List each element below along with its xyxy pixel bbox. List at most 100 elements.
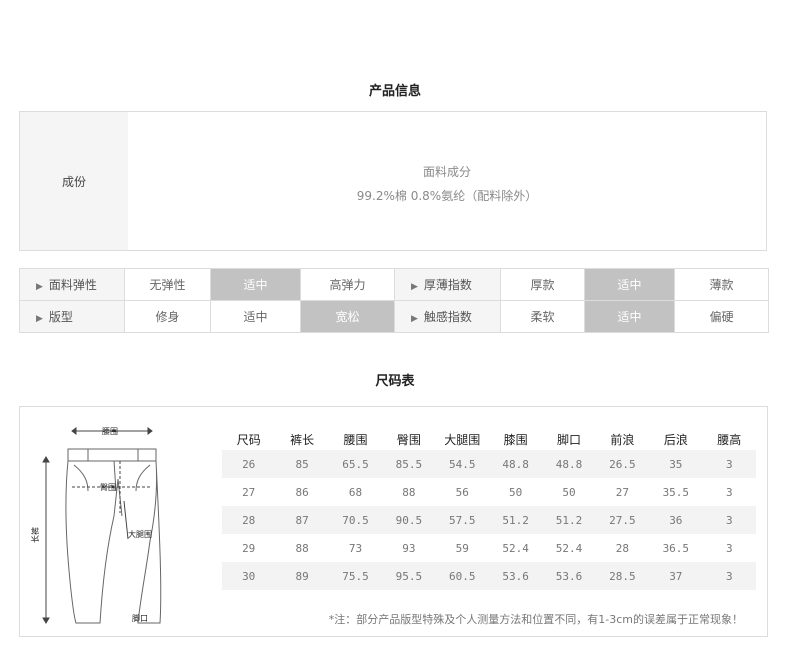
table-cell: 85 [275, 450, 329, 478]
attribute-row: ▶ 版型 修身 适中 宽松 ▶ 触感指数 柔软 适中 偏硬 [19, 300, 769, 333]
attribute-option: 修身 [124, 300, 211, 333]
size-note: *注：部分产品版型特殊及个人测量方法和位置不同，有1-3cm的误差属于正常现象！ [328, 613, 743, 626]
table-cell: 85.5 [382, 450, 436, 478]
fabric-heading: 面料成分 [422, 165, 471, 179]
attribute-label: ▶ 面料弹性 [19, 268, 125, 301]
table-cell: 50 [509, 485, 523, 499]
table-cell: 27 [615, 485, 630, 499]
table-cell: 87 [275, 506, 329, 534]
table-cell: 3 [725, 485, 733, 499]
attribute-option: 无弹性 [124, 268, 211, 301]
table-cell: 86 [295, 485, 309, 499]
table-cell: 36 [649, 506, 703, 534]
table-cell: 60.5 [435, 562, 489, 590]
composition-content: 面料成分 99.2%棉 0.8%氨纶（配料除外） [128, 112, 766, 250]
table-cell: 28 [615, 541, 630, 555]
attribute-option: 薄款 [674, 268, 769, 301]
product-info-title: 产品信息 [368, 84, 421, 99]
table-cell: 30 [222, 562, 276, 590]
table-cell: 36.5 [662, 541, 690, 555]
table-cell: 88 [402, 485, 416, 499]
pants-diagram: 腰围 臀围 大腿围 长裤 脚口 [30, 427, 162, 624]
table-row: 29 88 73 93 59 52.4 52.4 28 36.5 3 [222, 534, 756, 562]
size-column-header: 裤长 [290, 433, 315, 447]
attribute-label: ▶ 触感指数 [394, 300, 501, 333]
attribute-option: 柔软 [500, 300, 585, 333]
table-cell: 54.5 [435, 450, 489, 478]
table-cell: 52.4 [555, 541, 583, 555]
table-cell: 93 [402, 541, 416, 555]
attribute-option-selected: 适中 [584, 300, 675, 333]
attribute-option: 适中 [210, 300, 301, 333]
triangle-right-icon: ▶ [36, 282, 43, 292]
triangle-right-icon: ▶ [411, 282, 418, 292]
attribute-label: ▶ 厚薄指数 [394, 268, 501, 301]
attribute-row: ▶ 面料弹性 无弹性 适中 高弹力 ▶ 厚薄指数 厚款 适中 薄款 [19, 268, 769, 301]
diagram-label-waist: 腰围 [102, 427, 118, 436]
table-cell: 90.5 [382, 506, 436, 534]
attribute-option-selected: 宽松 [300, 300, 395, 333]
fabric-detail: 99.2%棉 0.8%氨纶（配料除外） [356, 189, 538, 203]
table-cell: 95.5 [382, 562, 436, 590]
attribute-option: 偏硬 [674, 300, 769, 333]
table-cell: 29 [242, 541, 256, 555]
table-row: 26 85 65.5 85.5 54.5 48.8 48.8 26.5 35 3 [222, 450, 756, 478]
table-cell: 27 [242, 485, 256, 499]
table-cell: 26 [222, 450, 276, 478]
table-cell: 28.5 [595, 562, 650, 590]
size-column-header: 后浪 [663, 433, 688, 447]
table-cell: 73 [348, 541, 363, 555]
table-cell: 26.5 [595, 450, 650, 478]
table-cell: 3 [702, 450, 756, 478]
size-column-header: 腰围 [343, 433, 368, 447]
table-cell: 52.4 [502, 541, 529, 555]
diagram-label-length: 长裤 [30, 527, 40, 543]
attribute-option: 高弹力 [300, 268, 395, 301]
table-cell: 27.5 [595, 506, 650, 534]
size-column-header: 大腿围 [444, 433, 481, 447]
size-column-header: 前浪 [610, 433, 635, 447]
size-table-header: 尺码 裤长 腰围 臀围 大腿围 膝围 脚口 前浪 后浪 腰高 [222, 429, 756, 450]
table-cell: 48.8 [488, 450, 543, 478]
size-column-header: 腰高 [717, 433, 742, 447]
size-chart-box: 腰围 臀围 大腿围 长裤 脚口 尺码 裤长 腰围 臀围 大腿围 膝围 脚口 前浪 后浪 腰高 26… [19, 406, 768, 637]
table-cell: 3 [725, 541, 733, 555]
table-cell: 57.5 [435, 506, 489, 534]
attribute-option: 厚款 [500, 268, 585, 301]
table-cell: 37 [649, 562, 703, 590]
attribute-label-text: 版型 [48, 310, 73, 324]
table-cell: 88 [295, 541, 309, 555]
size-column-header: 脚口 [557, 433, 582, 447]
table-row: 30 89 75.5 95.5 60.5 53.6 53.6 28.5 37 3 [222, 562, 756, 590]
attribute-label-text: 触感指数 [423, 310, 472, 324]
table-row: 27 86 68 88 56 50 50 27 35.5 3 [222, 478, 756, 506]
table-cell: 53.6 [542, 562, 596, 590]
table-cell: 59 [455, 541, 469, 555]
table-cell: 50 [562, 485, 576, 499]
size-column-header: 膝围 [503, 433, 528, 447]
diagram-label-hip: 臀围 [100, 483, 116, 492]
diagram-label-hem: 脚口 [132, 613, 148, 623]
attribute-option-selected: 适中 [584, 268, 675, 301]
table-cell: 53.6 [488, 562, 543, 590]
table-cell: 65.5 [328, 450, 383, 478]
table-cell: 51.2 [488, 506, 543, 534]
attribute-option-selected: 适中 [210, 268, 301, 301]
table-cell: 35.5 [662, 485, 690, 499]
triangle-right-icon: ▶ [36, 314, 43, 324]
diagram-label-thigh: 大腿围 [128, 529, 152, 539]
table-cell: 35 [649, 450, 703, 478]
table-cell: 48.8 [542, 450, 596, 478]
composition-box: 成份 面料成分 99.2%棉 0.8%氨纶（配料除外） [19, 111, 767, 251]
triangle-right-icon: ▶ [411, 314, 418, 324]
attribute-label-text: 面料弹性 [48, 278, 97, 292]
table-row: 28 87 70.5 90.5 57.5 51.2 51.2 27.5 36 3 [222, 506, 756, 534]
table-cell: 89 [275, 562, 329, 590]
table-cell: 70.5 [328, 506, 383, 534]
table-cell: 28 [222, 506, 276, 534]
table-cell: 68 [348, 485, 363, 499]
table-cell: 56 [455, 485, 469, 499]
table-cell: 3 [702, 562, 756, 590]
size-table: 尺码 裤长 腰围 臀围 大腿围 膝围 脚口 前浪 后浪 腰高 26 85 65.5 85.5 54.5 48… [222, 429, 756, 590]
size-column-header: 尺码 [236, 433, 261, 447]
